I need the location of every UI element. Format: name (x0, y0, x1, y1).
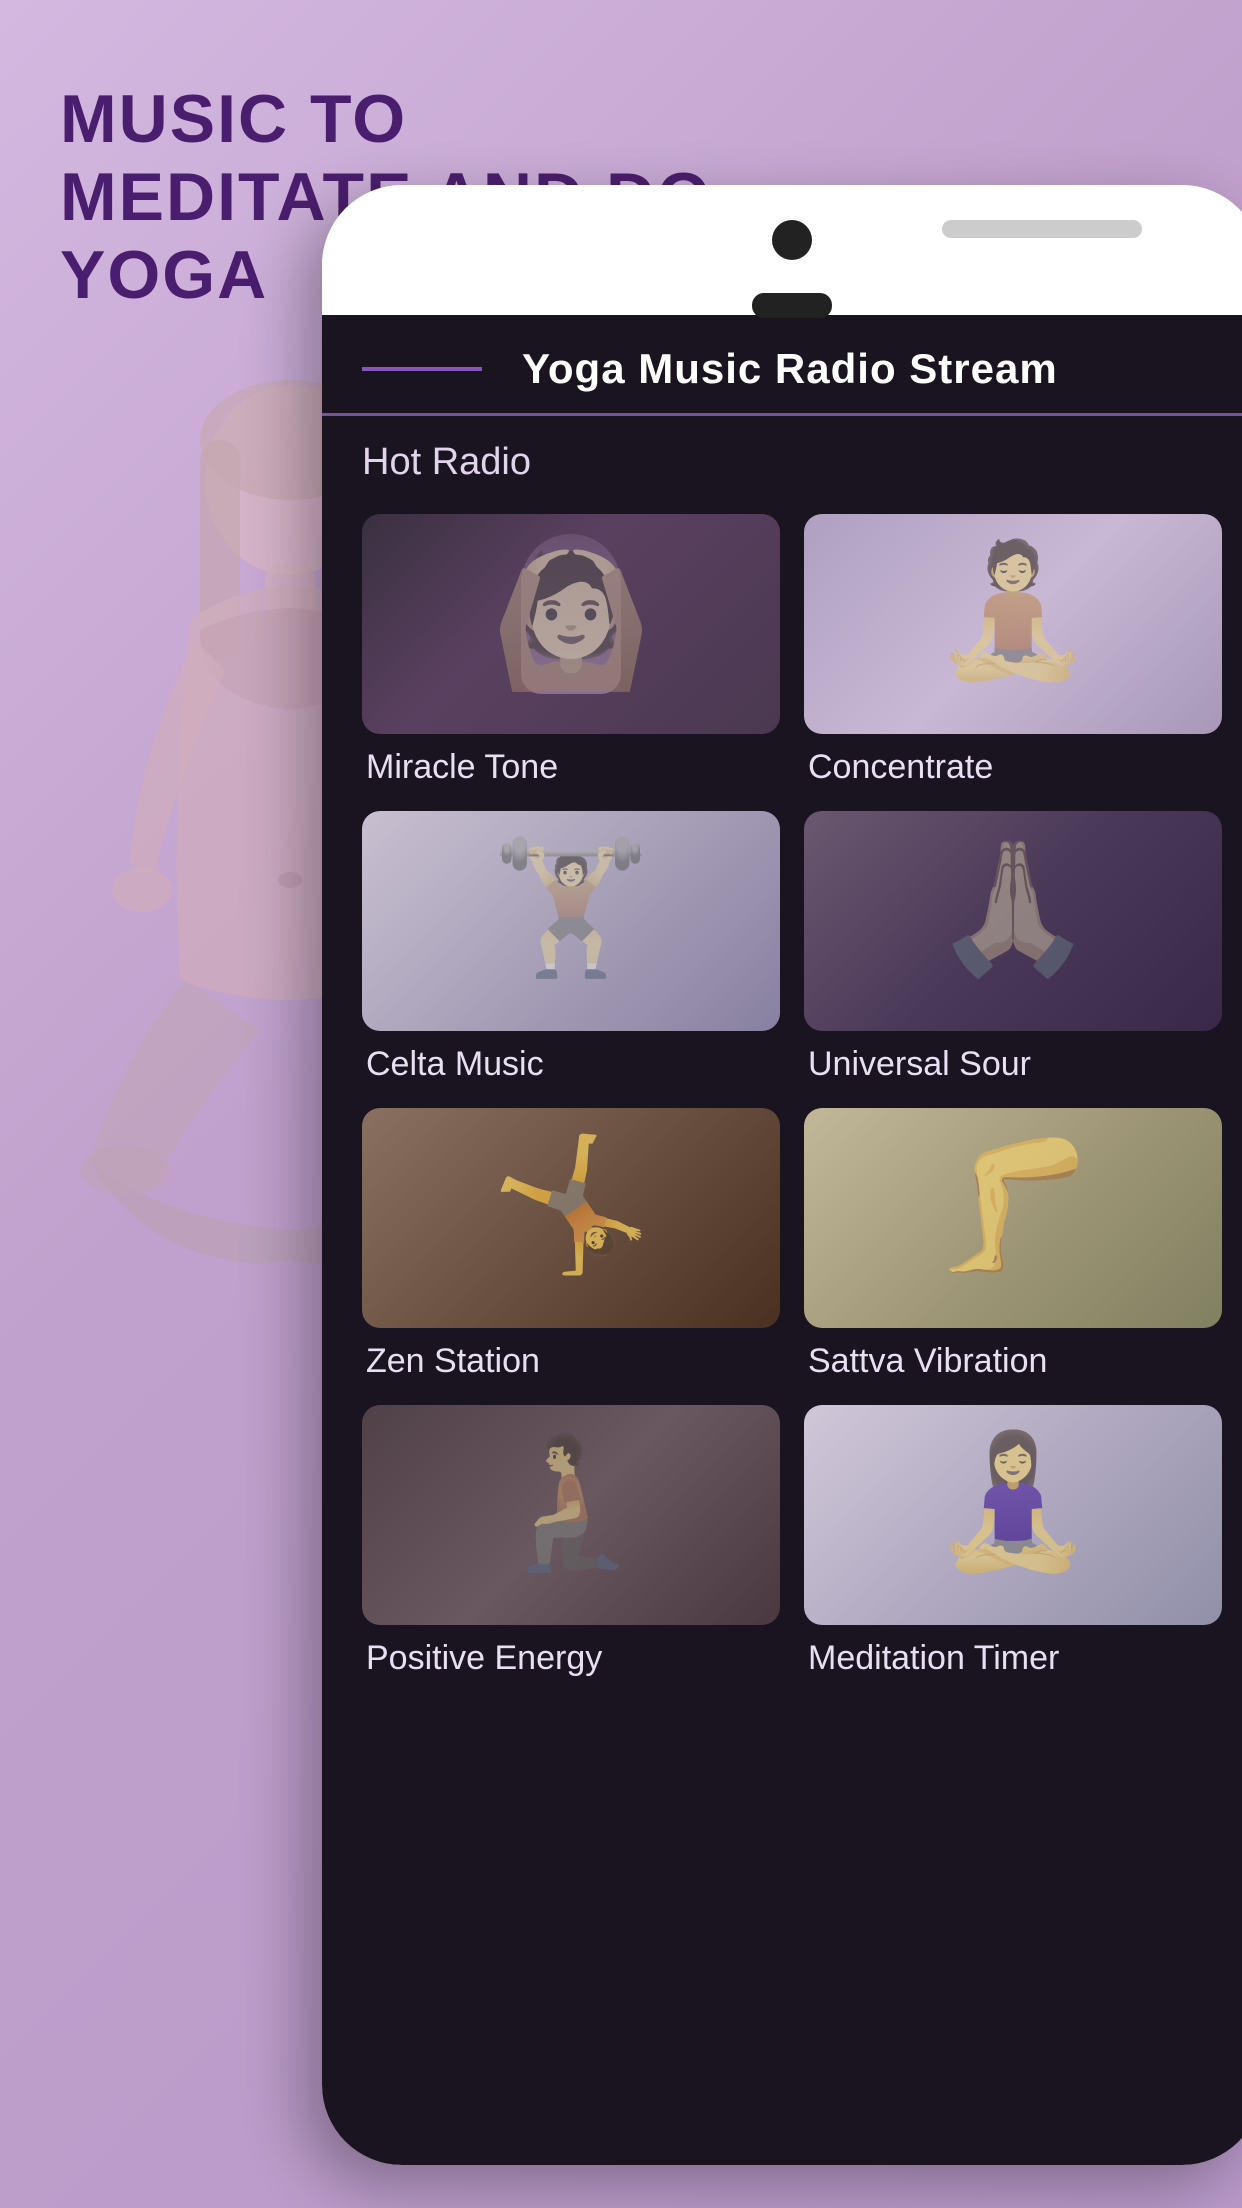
radio-name-concentrate: Concentrate (804, 748, 1222, 787)
radio-name-zen-station: Zen Station (362, 1342, 780, 1381)
radio-thumb-concentrate (804, 514, 1222, 734)
radio-name-sattva-vibration: Sattva Vibration (804, 1342, 1222, 1381)
radio-card-concentrate[interactable]: Concentrate (804, 514, 1222, 787)
radio-thumb-celta-music (362, 811, 780, 1031)
radio-card-universal-sour[interactable]: Universal Sour (804, 811, 1222, 1084)
radio-thumb-positive-energy (362, 1405, 780, 1625)
app-header: Yoga Music Radio Stream (322, 315, 1242, 416)
radio-thumb-zen-station (362, 1108, 780, 1328)
radio-name-miracle-tone: Miracle Tone (362, 748, 780, 787)
radio-thumb-sattva-vibration (804, 1108, 1222, 1328)
phone-frame: Yoga Music Radio Stream Hot Radio Miracl… (322, 185, 1242, 2165)
phone-mic (752, 293, 832, 318)
app-screen: Yoga Music Radio Stream Hot Radio Miracl… (322, 315, 1242, 2165)
header-accent-line (362, 367, 482, 371)
radio-card-miracle-tone[interactable]: Miracle Tone (362, 514, 780, 787)
radio-name-universal-sour: Universal Sour (804, 1045, 1222, 1084)
app-title: Yoga Music Radio Stream (522, 345, 1058, 393)
radio-card-sattva-vibration[interactable]: Sattva Vibration (804, 1108, 1222, 1381)
radio-thumb-meditation-timer (804, 1405, 1222, 1625)
phone-camera (772, 220, 812, 260)
phone-top-bar (322, 185, 1242, 315)
radio-card-zen-station[interactable]: Zen Station (362, 1108, 780, 1381)
section-label: Hot Radio (322, 416, 1242, 499)
radio-thumb-miracle-tone (362, 514, 780, 734)
radio-name-positive-energy: Positive Energy (362, 1639, 780, 1678)
radio-card-positive-energy[interactable]: Positive Energy (362, 1405, 780, 1678)
radio-grid: Miracle Tone Concentrate Celta Music Univer… (322, 499, 1242, 1693)
radio-thumb-universal-sour (804, 811, 1222, 1031)
radio-name-celta-music: Celta Music (362, 1045, 780, 1084)
radio-card-meditation-timer[interactable]: Meditation Timer (804, 1405, 1222, 1678)
phone-speaker (942, 220, 1142, 238)
radio-name-meditation-timer: Meditation Timer (804, 1639, 1222, 1678)
radio-card-celta-music[interactable]: Celta Music (362, 811, 780, 1084)
